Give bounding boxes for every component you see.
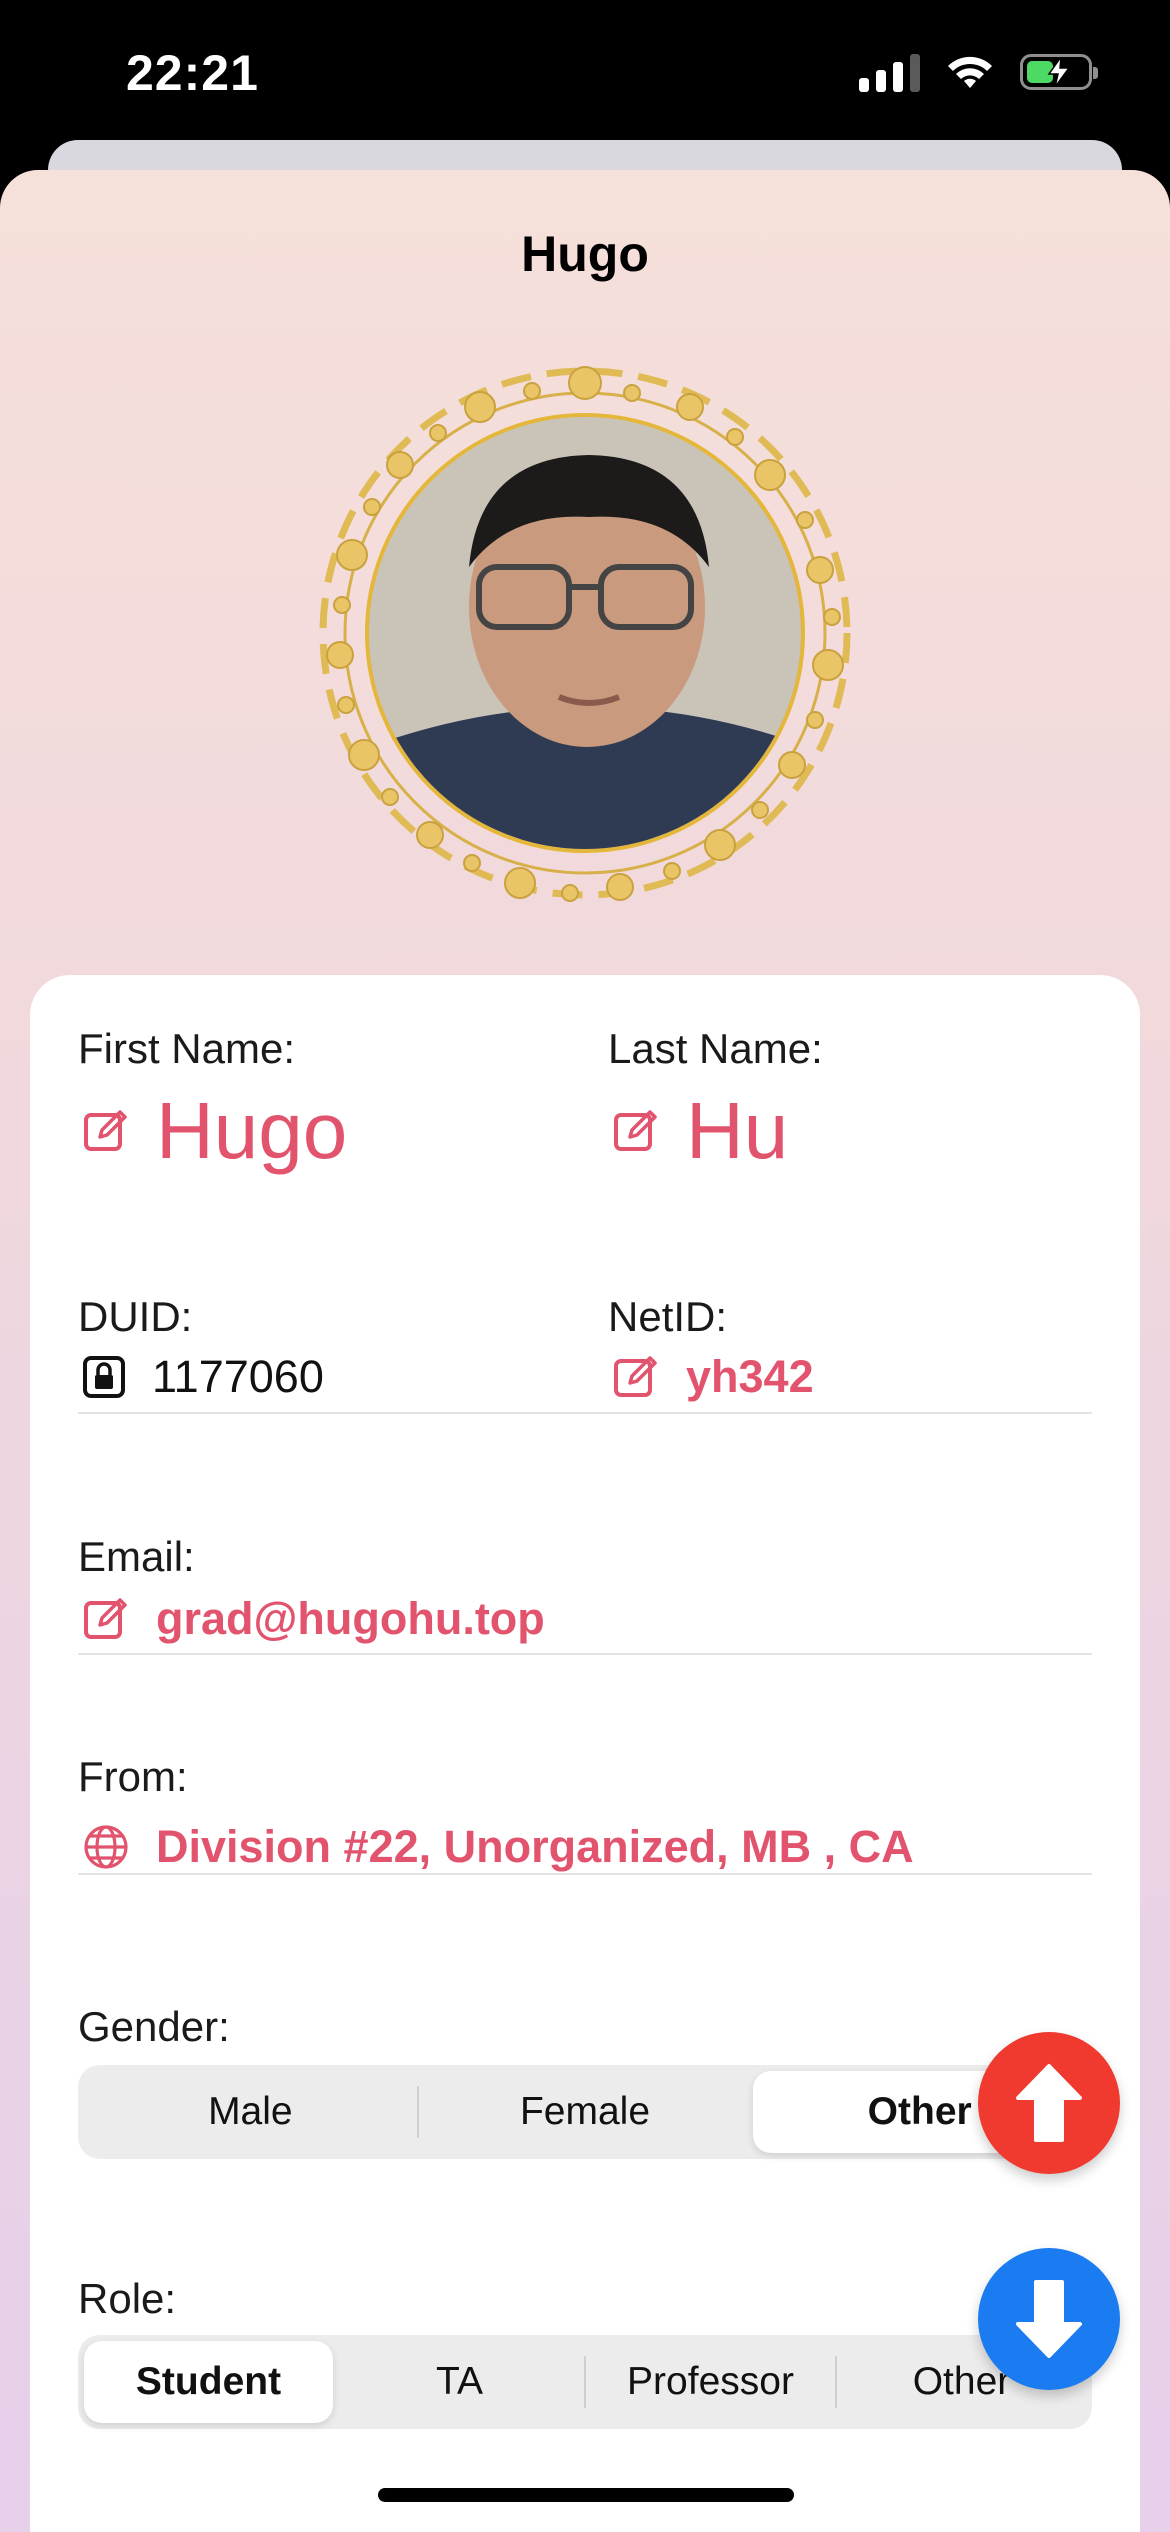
divider: [78, 1412, 1092, 1414]
role-option-professor[interactable]: Professor: [586, 2341, 835, 2423]
gender-label: Gender:: [78, 2003, 230, 2050]
scroll-to-top-button[interactable]: [978, 2032, 1120, 2174]
home-indicator: [378, 2488, 794, 2502]
email-field[interactable]: grad@hugohu.top: [82, 1593, 545, 1645]
person-portrait-icon: [369, 417, 801, 849]
duid-label: DUID:: [78, 1293, 193, 1340]
lock-icon: [83, 1356, 125, 1398]
from-field[interactable]: Division #22, Unorganized, MB , CA: [82, 1821, 914, 1873]
role-picker[interactable]: Student TA Professor Other: [78, 2335, 1092, 2429]
scroll-to-bottom-button[interactable]: [978, 2248, 1120, 2390]
email-value: grad@hugohu.top: [156, 1593, 545, 1644]
edit-icon: [84, 1598, 127, 1639]
status-time: 22:21: [126, 45, 259, 101]
gender-picker[interactable]: Male Female Other: [78, 2065, 1092, 2159]
divider: [78, 1653, 1092, 1655]
profile-card: First Name: Last Name: Hugo Hu DUID: Net…: [30, 975, 1140, 2532]
avatar: [280, 335, 890, 1072]
last-name-field[interactable]: Hu: [612, 1085, 788, 1177]
from-value: Division #22, Unorganized, MB , CA: [156, 1821, 914, 1872]
netid-value: yh342: [686, 1351, 814, 1402]
edit-icon: [84, 1110, 127, 1151]
duid-field: 1177060: [82, 1351, 324, 1403]
email-label: Email:: [78, 1533, 195, 1580]
netid-field[interactable]: yh342: [612, 1351, 814, 1403]
arrow-down-icon: [1016, 2280, 1082, 2358]
first-name-label: First Name:: [78, 1025, 296, 1072]
profile-sheet: Hugo First Name: Last Name: Hugo Hu DUID…: [0, 170, 1170, 2532]
battery-icon: [1020, 54, 1098, 90]
gender-option-male[interactable]: Male: [84, 2071, 417, 2153]
status-bar: 22:21: [0, 0, 1170, 150]
first-name-value: Hugo: [156, 1086, 348, 1175]
from-label: From:: [78, 1753, 188, 1800]
role-option-ta[interactable]: TA: [335, 2341, 584, 2423]
page-title: Hugo: [521, 226, 649, 282]
edit-icon: [614, 1110, 657, 1151]
divider: [78, 1873, 1092, 1875]
first-name-field[interactable]: Hugo: [82, 1085, 347, 1177]
wifi-icon: [948, 56, 992, 88]
role-option-student[interactable]: Student: [84, 2341, 333, 2423]
role-label: Role:: [78, 2275, 177, 2322]
gender-option-female[interactable]: Female: [419, 2071, 752, 2153]
last-name-label: Last Name:: [608, 1025, 823, 1072]
netid-label: NetID:: [608, 1293, 728, 1340]
edit-icon: [614, 1356, 657, 1397]
arrow-up-icon: [1016, 2064, 1082, 2142]
cellular-signal-icon: [859, 52, 920, 92]
profile-photo[interactable]: [365, 413, 805, 853]
globe-icon: [84, 1825, 128, 1869]
status-icons: [859, 52, 1098, 92]
duid-value: 1177060: [152, 1351, 324, 1402]
last-name-value: Hu: [686, 1086, 789, 1175]
